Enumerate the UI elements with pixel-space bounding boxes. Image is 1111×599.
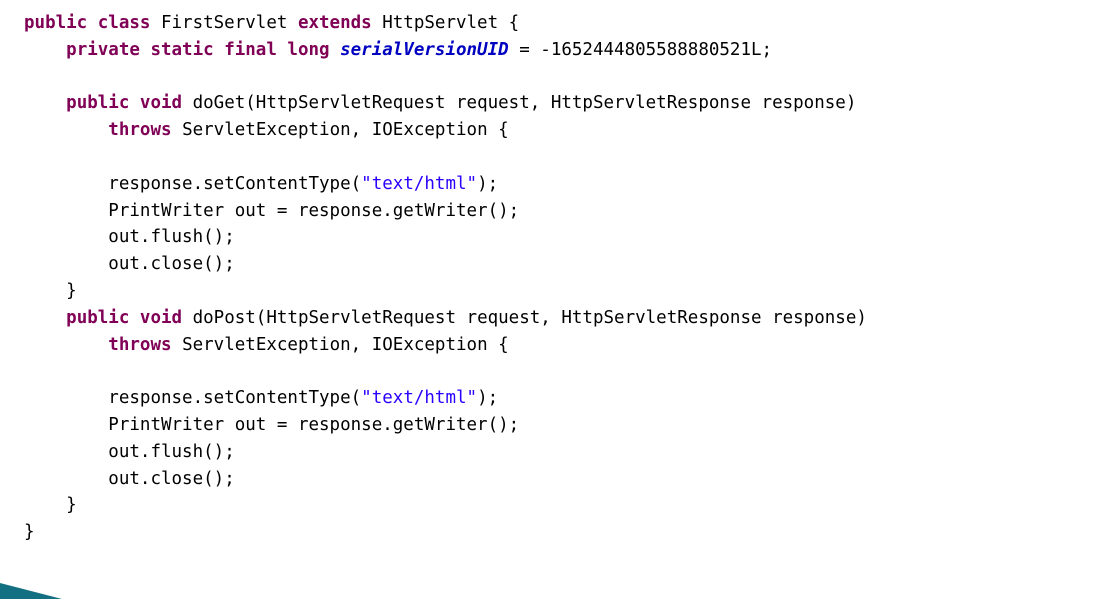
code-token-plain: FirstServlet [160,13,298,33]
code-token-plain: } [66,280,77,301]
code-line: public void doGet(HttpServletRequest req… [24,90,1111,117]
code-token-field: serialVersionUID [340,39,509,60]
code-line: private static final long serialVersionU… [24,37,1111,64]
code-token-plain: = -1652444805588880521L; [508,39,773,60]
code-token-plain: doGet(HttpServletRequest request, HttpSe… [192,93,857,114]
code-snippet-surface: public class FirstServlet extends HttpSe… [0,0,1111,599]
code-token-plain: response.setContentType( [108,173,362,194]
code-token-kw: public class [24,13,161,33]
java-source-listing: public class FirstServlet extends HttpSe… [24,10,1111,546]
code-token-plain: out.flush(); [108,227,235,248]
code-token-kw: throws [108,120,183,141]
code-token-plain: HttpServlet { [382,13,520,33]
code-token-plain: ServletException, IOException { [182,334,509,355]
code-line: throws ServletException, IOException { [24,332,1111,359]
code-token-plain: out.close(); [108,254,235,275]
code-line: } [24,519,1111,546]
code-line: response.setContentType("text/html"); [24,171,1111,198]
code-token-plain: ServletException, IOException { [182,120,509,141]
code-token-plain: doPost(HttpServletRequest request, HttpS… [192,307,867,328]
code-token-kw: private static final long [66,39,341,60]
code-token-kw: throws [108,334,183,355]
code-line: public void doPost(HttpServletRequest re… [24,305,1111,332]
code-token-kw: public void [66,307,193,328]
code-line: out.close(); [24,466,1111,493]
code-line: PrintWriter out = response.getWriter(); [24,412,1111,439]
code-token-plain: PrintWriter out = response.getWriter(); [108,414,520,435]
code-token-kw: public void [66,93,193,114]
code-line: out.close(); [24,251,1111,278]
code-line: response.setContentType("text/html"); [24,385,1111,412]
code-token-kw: extends [297,13,383,33]
code-line: public class FirstServlet extends HttpSe… [24,10,1111,37]
code-token-plain: out.close(); [108,468,235,489]
bottom-left-teal-wedge-icon [0,583,62,599]
code-line: out.flush(); [24,224,1111,251]
code-token-plain: ); [477,388,499,409]
code-line: } [24,492,1111,519]
code-line: throws ServletException, IOException { [24,117,1111,144]
code-token-plain: PrintWriter out = response.getWriter(); [108,200,520,221]
code-token-plain: ); [477,173,499,194]
code-line: PrintWriter out = response.getWriter(); [24,198,1111,225]
code-token-str: "text/html" [361,173,478,194]
code-token-plain: out.flush(); [108,441,235,462]
code-line: out.flush(); [24,439,1111,466]
code-line: } [24,278,1111,305]
code-token-plain: } [66,495,77,516]
code-token-plain: } [24,522,35,543]
code-token-str: "text/html" [361,388,478,409]
code-token-plain: response.setContentType( [108,388,362,409]
